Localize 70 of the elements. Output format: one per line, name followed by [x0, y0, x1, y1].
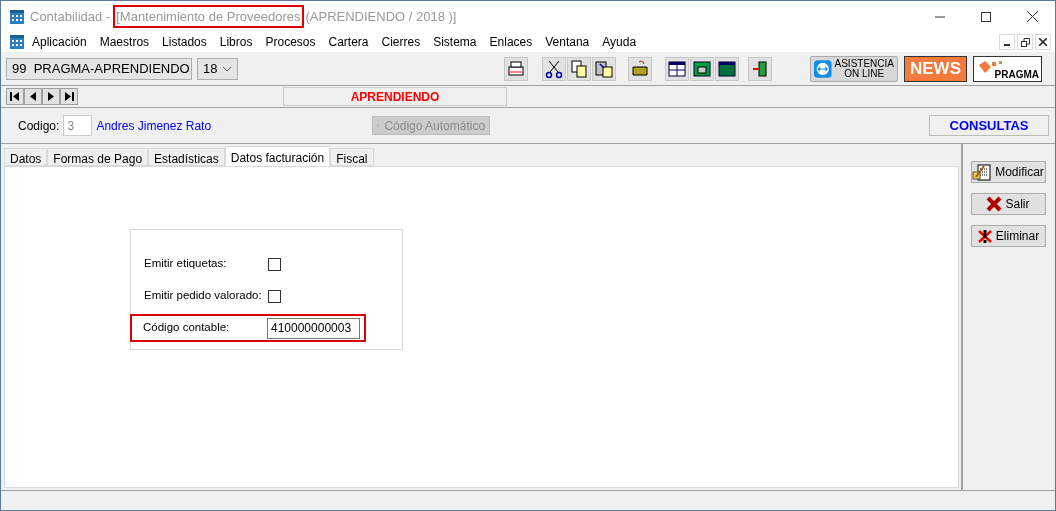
brand-logo: PRAGMA	[973, 55, 1042, 82]
menu-item[interactable]: Enlaces	[489, 33, 533, 51]
menu-item[interactable]: Maestros	[99, 33, 150, 51]
code-field[interactable]: 3	[63, 115, 93, 136]
window-icon[interactable]	[715, 56, 739, 81]
field-label: Código contable:	[143, 320, 231, 336]
tab[interactable]: Formas de Pago	[47, 148, 149, 166]
account-code-field[interactable]: 410000000003	[267, 317, 360, 339]
folder-icon[interactable]	[628, 56, 652, 81]
company-banner: APRENDIENDO	[283, 87, 507, 106]
previous-record-button[interactable]	[24, 88, 42, 105]
restore-icon	[1020, 37, 1030, 47]
window-title: Contabilidad -	[30, 7, 111, 26]
skip-forward-icon	[64, 92, 74, 101]
window-title-suffix: (APRENDIENDO / 2018 )]	[305, 7, 457, 26]
menu-item[interactable]: Cartera	[328, 33, 369, 51]
maximize-icon	[981, 11, 991, 22]
company-dropdown[interactable]: 99 PRAGMA-APRENDIENDO	[6, 57, 192, 80]
support-label: ASISTENCIA	[834, 58, 894, 69]
supplier-name: Andres Jimenez Rato	[96, 117, 212, 135]
minimize-icon	[1004, 44, 1010, 46]
menu-item[interactable]: Ventana	[545, 33, 590, 51]
menu-item[interactable]: Libros	[219, 33, 253, 51]
exit-door-icon[interactable]	[748, 56, 772, 81]
delete-icon	[976, 228, 993, 244]
copy-icon[interactable]	[567, 56, 591, 81]
triangle-right-icon	[46, 92, 56, 101]
triangle-left-icon	[28, 92, 38, 101]
tab[interactable]: Fiscal	[330, 148, 374, 166]
consultas-button[interactable]: CONSULTAS	[929, 115, 1049, 136]
menu-item[interactable]: Cierres	[381, 33, 421, 51]
menu-item[interactable]: Procesos	[265, 33, 316, 51]
checkbox[interactable]	[268, 289, 281, 303]
first-record-button[interactable]	[6, 88, 24, 105]
tab[interactable]: Datos	[4, 148, 48, 166]
arrows-icon	[814, 58, 832, 79]
paste-icon[interactable]	[592, 56, 616, 81]
support-label: ON LINE	[844, 68, 885, 79]
skip-back-icon	[10, 92, 20, 101]
minimize-button[interactable]	[999, 34, 1015, 50]
calendar-icon	[9, 8, 25, 25]
menu-item[interactable]: Ayuda	[602, 33, 637, 51]
close-button[interactable]	[1035, 34, 1051, 50]
menu-item[interactable]: Listados	[162, 33, 207, 51]
remote-support-button[interactable]: ASISTENCIA ON LINE	[810, 55, 898, 82]
chevron-down-icon	[222, 65, 232, 72]
next-record-button[interactable]	[42, 88, 60, 105]
year-dropdown[interactable]: 18	[197, 57, 238, 80]
checkbox[interactable]	[268, 257, 281, 271]
field-label: Emitir pedido valorado:	[144, 288, 263, 304]
action-button[interactable]: Eliminar	[970, 225, 1046, 247]
tab[interactable]: Datos facturación	[224, 146, 331, 166]
last-record-button[interactable]	[60, 88, 78, 105]
code-label: Codigo:	[18, 117, 60, 135]
menu-item[interactable]: Aplicación	[32, 33, 87, 51]
menu-item[interactable]: Sistema	[433, 33, 477, 51]
table-icon[interactable]	[665, 56, 689, 81]
window-title-highlight: [Mantenimiento de Proveedores	[113, 4, 304, 29]
action-button[interactable]: Salir	[970, 193, 1046, 215]
action-button[interactable]: Modificar	[970, 161, 1046, 183]
tab[interactable]: Estadísticas	[148, 148, 225, 166]
field-label: Emitir etiquetas:	[144, 256, 228, 272]
close-icon	[1039, 38, 1047, 46]
restore-button[interactable]	[1017, 34, 1033, 50]
cross-icon	[986, 196, 1003, 212]
document-pencil-icon	[972, 163, 993, 181]
scissors-icon[interactable]	[542, 56, 566, 81]
windows-icon[interactable]	[690, 56, 714, 81]
close-icon	[1026, 11, 1038, 22]
printer-icon[interactable]	[504, 56, 528, 81]
